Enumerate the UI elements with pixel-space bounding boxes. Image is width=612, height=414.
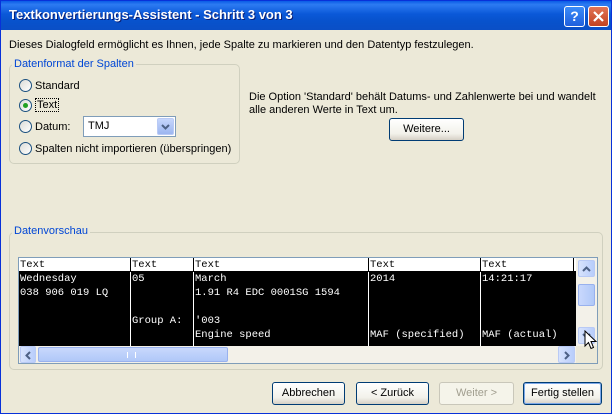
- chevron-down-icon: [161, 124, 170, 130]
- table-cell: '003: [195, 315, 221, 327]
- radio-button[interactable]: [19, 142, 32, 155]
- info-text: Die Option 'Standard' behält Datums- und…: [249, 91, 596, 116]
- preview-column[interactable]: Text: [131, 258, 194, 271]
- horizontal-scrollbar[interactable]: [19, 346, 576, 363]
- column-type-label[interactable]: Text: [20, 258, 45, 272]
- next-button[interactable]: Weiter >: [439, 382, 514, 405]
- radio-button[interactable]: [19, 120, 32, 133]
- radio-text[interactable]: Text: [19, 98, 60, 112]
- chevron-right-icon: [563, 351, 570, 360]
- preview-column-5[interactable]: 14:21:17 MAF (actual): [481, 272, 576, 346]
- dropdown-button[interactable]: [157, 118, 174, 135]
- radio-label-standard: Standard: [35, 79, 80, 92]
- scroll-left-button[interactable]: [20, 346, 36, 363]
- table-cell: Wednesday: [20, 273, 77, 285]
- preview-column[interactable]: Text: [19, 258, 131, 271]
- cancel-button[interactable]: Abbrechen: [272, 382, 345, 405]
- radio-selected-dot: [23, 102, 28, 108]
- date-format-value: TMJ: [88, 120, 110, 132]
- table-cell: 2014: [370, 273, 396, 285]
- table-cell: March: [195, 273, 227, 285]
- table-cell: 14:21:17: [482, 273, 533, 285]
- radio-skip-column[interactable]: Spalten nicht importieren (überspringen): [19, 142, 231, 155]
- help-button[interactable]: ?: [564, 6, 585, 27]
- mouse-cursor-icon: [584, 330, 598, 350]
- vertical-scroll-thumb[interactable]: [578, 284, 595, 306]
- table-cell: 05: [132, 273, 145, 285]
- column-type-label[interactable]: Text: [195, 258, 220, 272]
- column-format-legend: Datenformat der Spalten: [12, 58, 136, 70]
- radio-label-skip: Spalten nicht importieren (überspringen): [35, 142, 232, 155]
- radio-button[interactable]: [19, 98, 32, 112]
- preview-column-3[interactable]: March 1.91 R4 EDC 0001SG 1594 '003 Engin…: [194, 272, 369, 346]
- scroll-grip-icon: [127, 352, 136, 358]
- column-type-label[interactable]: Text: [370, 258, 395, 272]
- preview-data-grid[interactable]: Wednesday 038 906 019 LQ 05 Group A: Mar…: [19, 272, 576, 346]
- chevron-up-icon: [582, 266, 591, 272]
- finish-button[interactable]: Fertig stellen: [523, 382, 602, 405]
- scroll-up-button[interactable]: [578, 260, 595, 277]
- dialog-window: Textkonvertierungs-Assistent - Schritt 3…: [0, 0, 612, 414]
- column-type-label[interactable]: Text: [132, 258, 157, 272]
- preview-column[interactable]: Text: [194, 258, 369, 271]
- more-button[interactable]: Weitere...: [389, 118, 464, 141]
- dialog-description: Dieses Dialogfeld ermöglicht es Ihnen, j…: [9, 39, 474, 51]
- scroll-right-button[interactable]: [558, 346, 575, 363]
- radio-standard[interactable]: Standard: [19, 79, 80, 92]
- chevron-left-icon: [25, 351, 31, 360]
- horizontal-scroll-thumb[interactable]: [38, 347, 228, 362]
- data-preview-pane[interactable]: Text Text Text Text Text Wednesday 038 9…: [18, 257, 598, 364]
- table-cell: MAF (specified): [370, 329, 465, 341]
- preview-column[interactable]: Text: [481, 258, 574, 271]
- close-button[interactable]: [588, 6, 609, 27]
- back-button[interactable]: < Zurück: [356, 382, 429, 405]
- preview-column-1[interactable]: Wednesday 038 906 019 LQ: [19, 272, 131, 346]
- table-cell: 038 906 019 LQ: [20, 287, 109, 299]
- preview-column-2[interactable]: 05 Group A:: [131, 272, 194, 346]
- date-format-select[interactable]: TMJ: [83, 116, 176, 137]
- data-preview-legend: Datenvorschau: [12, 225, 90, 237]
- close-icon: [593, 11, 604, 22]
- radio-button[interactable]: [19, 79, 32, 92]
- table-cell: MAF (actual): [482, 329, 558, 341]
- preview-column-4[interactable]: 2014 MAF (specified): [369, 272, 481, 346]
- title-bar[interactable]: Textkonvertierungs-Assistent - Schritt 3…: [1, 1, 611, 30]
- table-cell: Group A:: [132, 315, 183, 327]
- column-type-label[interactable]: Text: [482, 258, 507, 272]
- preview-header-row: Text Text Text Text Text: [19, 258, 576, 272]
- radio-label-text: Text: [35, 98, 60, 112]
- window-title: Textkonvertierungs-Assistent - Schritt 3…: [9, 7, 293, 22]
- radio-date[interactable]: Datum:: [19, 120, 70, 133]
- table-cell: Engine speed: [195, 329, 271, 341]
- table-cell: 1.91 R4 EDC 0001SG 1594: [195, 287, 340, 299]
- preview-column[interactable]: Text: [369, 258, 481, 271]
- radio-label-date: Datum:: [35, 120, 71, 133]
